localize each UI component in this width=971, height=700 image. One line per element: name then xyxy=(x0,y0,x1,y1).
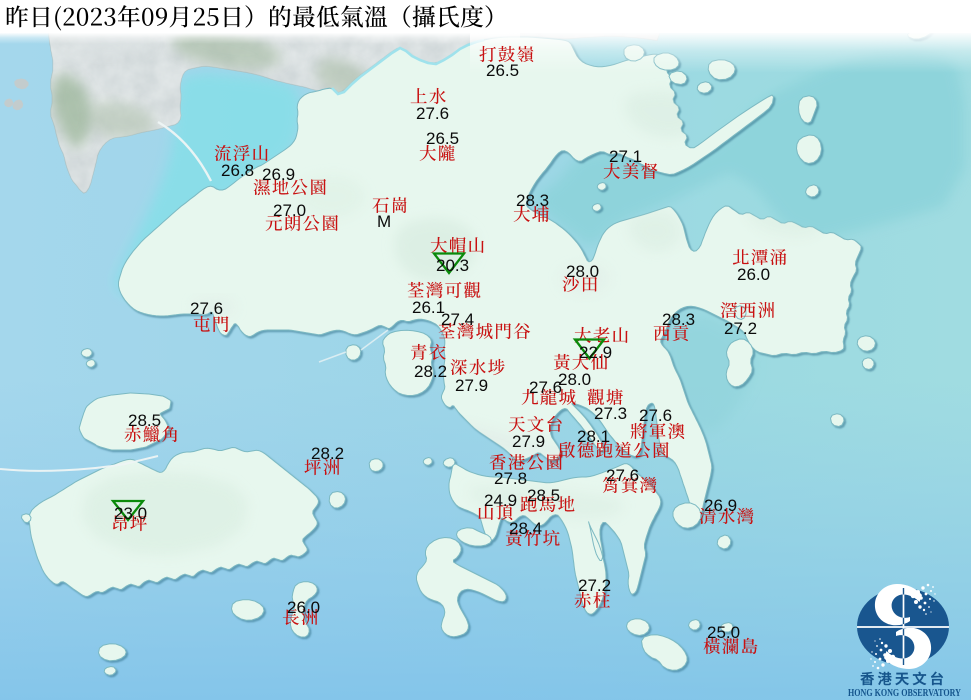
svg-text:27.6: 27.6 xyxy=(416,104,449,123)
svg-text:20.3: 20.3 xyxy=(436,256,469,275)
svg-text:27.9: 27.9 xyxy=(455,376,488,395)
svg-text:M: M xyxy=(377,212,391,231)
svg-text:23.0: 23.0 xyxy=(114,504,147,523)
svg-text:28.2: 28.2 xyxy=(311,444,344,463)
svg-text:28.1: 28.1 xyxy=(577,427,610,446)
svg-text:26.5: 26.5 xyxy=(426,129,459,148)
svg-text:27.8: 27.8 xyxy=(494,469,527,488)
svg-text:27.9: 27.9 xyxy=(512,432,545,451)
svg-text:28.0: 28.0 xyxy=(558,370,591,389)
svg-text:22.9: 22.9 xyxy=(579,343,612,362)
svg-text:25.0: 25.0 xyxy=(707,623,740,642)
svg-text:HONG KONG OBSERVATORY: HONG KONG OBSERVATORY xyxy=(848,687,961,699)
svg-text:28.4: 28.4 xyxy=(509,519,542,538)
svg-text:24.9: 24.9 xyxy=(484,491,517,510)
svg-text:28.5: 28.5 xyxy=(128,411,161,430)
svg-text:27.0: 27.0 xyxy=(273,201,306,220)
svg-text:27.3: 27.3 xyxy=(594,404,627,423)
svg-text:27.2: 27.2 xyxy=(578,576,611,595)
svg-text:27.6: 27.6 xyxy=(190,299,223,318)
svg-text:26.8: 26.8 xyxy=(221,161,254,180)
svg-text:28.3: 28.3 xyxy=(516,191,549,210)
svg-text:26.0: 26.0 xyxy=(287,598,320,617)
svg-text:27.6: 27.6 xyxy=(529,378,562,397)
svg-text:28.2: 28.2 xyxy=(414,362,447,381)
svg-text:27.1: 27.1 xyxy=(609,147,642,166)
svg-text:26.9: 26.9 xyxy=(704,496,737,515)
svg-text:28.3: 28.3 xyxy=(662,310,695,329)
svg-text:28.0: 28.0 xyxy=(566,262,599,281)
svg-text:27.4: 27.4 xyxy=(441,310,474,329)
svg-text:28.5: 28.5 xyxy=(527,486,560,505)
svg-text:26.0: 26.0 xyxy=(737,265,770,284)
svg-text:27.6: 27.6 xyxy=(639,406,672,425)
svg-text:27.2: 27.2 xyxy=(724,319,757,338)
svg-text:26.5: 26.5 xyxy=(486,61,519,80)
svg-text:27.6: 27.6 xyxy=(606,466,639,485)
svg-text:26.9: 26.9 xyxy=(262,165,295,184)
